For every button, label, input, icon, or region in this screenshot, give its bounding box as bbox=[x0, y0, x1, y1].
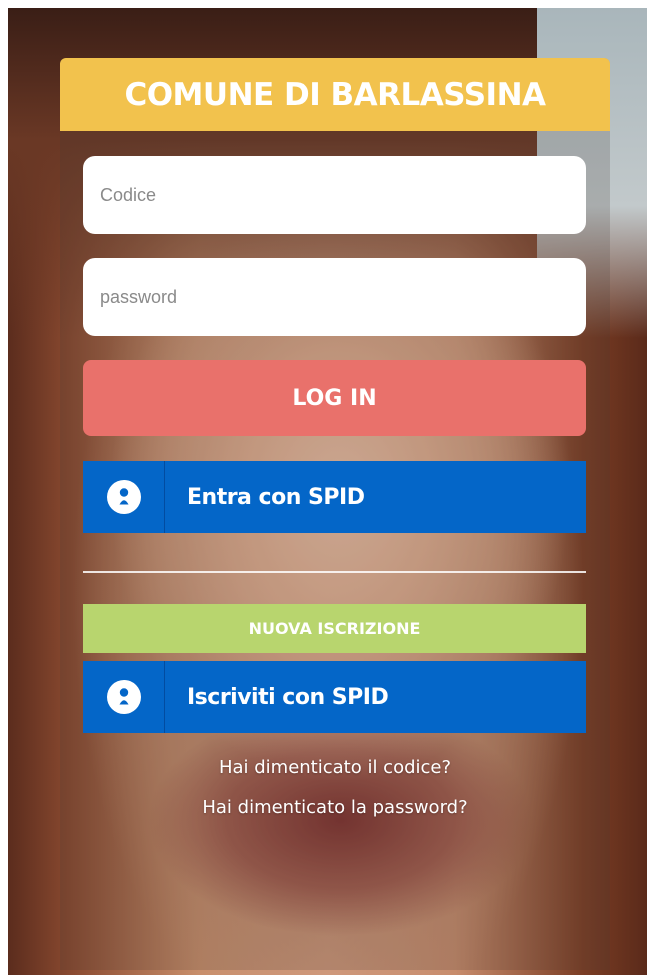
panel-header: COMUNE DI BARLASSINA bbox=[60, 58, 610, 131]
new-registration-button[interactable]: NUOVA ISCRIZIONE bbox=[83, 604, 586, 653]
password-input[interactable] bbox=[83, 258, 586, 336]
page-title: COMUNE DI BARLASSINA bbox=[124, 76, 546, 113]
spid-signup-label: Iscriviti con SPID bbox=[187, 684, 389, 710]
spid-login-button[interactable]: Entra con SPID bbox=[83, 461, 586, 533]
spid-user-icon bbox=[83, 661, 165, 733]
spid-signup-button[interactable]: Iscriviti con SPID bbox=[83, 661, 586, 733]
forgot-password-link[interactable]: Hai dimenticato la password? bbox=[60, 797, 610, 818]
spid-user-icon bbox=[83, 461, 165, 533]
divider bbox=[83, 571, 586, 573]
spid-login-label: Entra con SPID bbox=[187, 484, 365, 510]
code-input[interactable] bbox=[83, 156, 586, 234]
login-button-label: LOG IN bbox=[292, 385, 377, 411]
forgot-code-link[interactable]: Hai dimenticato il codice? bbox=[60, 757, 610, 778]
new-registration-label: NUOVA ISCRIZIONE bbox=[248, 619, 421, 638]
login-button[interactable]: LOG IN bbox=[83, 360, 586, 436]
